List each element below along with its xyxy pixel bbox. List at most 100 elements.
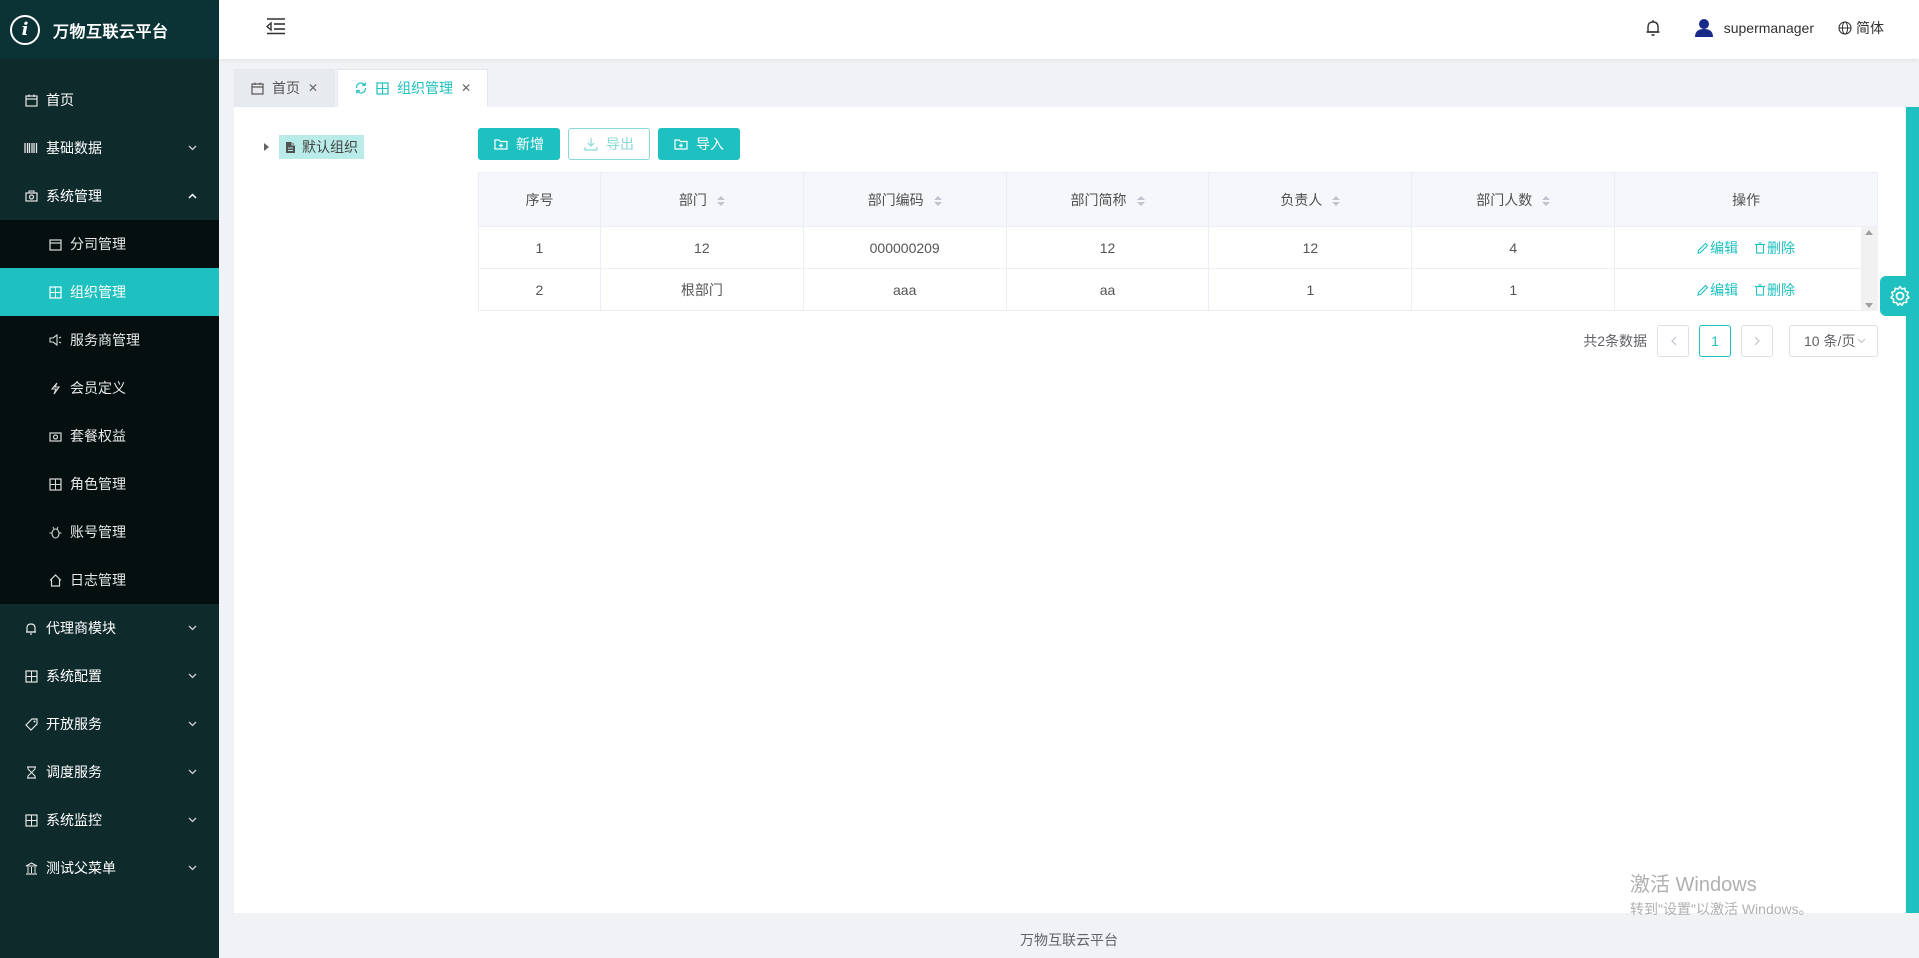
table-row: 1 12 000000209 12 12 4 编辑 删除 <box>478 226 1878 269</box>
sidebar-item-role-management[interactable]: 角色管理 <box>0 460 219 508</box>
right-edge-strip <box>1906 107 1919 913</box>
sidebar-item-agent-module[interactable]: 代理商模块 <box>0 604 219 652</box>
sidebar-item-open-service[interactable]: 开放服务 <box>0 700 219 748</box>
sidebar-item-label: 系统监控 <box>46 812 102 828</box>
export-button[interactable]: 导出 <box>568 128 650 160</box>
sidebar-item-schedule-service[interactable]: 调度服务 <box>0 748 219 796</box>
cell-dept: 根部门 <box>599 268 804 311</box>
language-switcher[interactable]: 简体 <box>1838 18 1884 38</box>
chevron-down-icon <box>184 764 200 780</box>
column-header-count[interactable]: 部门人数 <box>1411 172 1616 227</box>
tab-label: 首页 <box>272 80 300 96</box>
tab-organization[interactable]: 组织管理 ✕ <box>337 69 489 107</box>
sidebar-item-account-management[interactable]: 账号管理 <box>0 508 219 556</box>
tab-label: 组织管理 <box>397 80 454 96</box>
sidebar-item-system-monitor[interactable]: 系统监控 <box>0 796 219 844</box>
edit-link[interactable]: 编辑 <box>1697 238 1738 258</box>
top-header: supermanager 简体 <box>219 0 1919 59</box>
close-icon[interactable]: ✕ <box>308 81 318 95</box>
sort-icon[interactable] <box>1136 195 1145 206</box>
chevron-down-icon <box>184 668 200 684</box>
sort-icon[interactable] <box>933 195 942 206</box>
chevron-down-icon <box>184 716 200 732</box>
tab-home[interactable]: 首页 ✕ <box>234 69 336 107</box>
column-header-dept[interactable]: 部门 <box>599 172 804 227</box>
folder-add-icon <box>494 139 508 150</box>
sidebar-item-service-provider[interactable]: 服务商管理 <box>0 316 219 364</box>
close-icon[interactable]: ✕ <box>461 81 471 95</box>
watermark-line-2: 转到"设置"以激活 Windows。 <box>1630 901 1813 917</box>
language-label: 简体 <box>1856 19 1884 36</box>
delete-icon <box>1755 241 1766 254</box>
menu-fold-icon[interactable] <box>265 17 286 35</box>
sidebar-item-organization[interactable]: 组织管理 <box>0 268 219 316</box>
page-size-select[interactable]: 10 条/页 <box>1789 325 1878 357</box>
next-page-button[interactable] <box>1741 325 1773 357</box>
hourglass-icon <box>24 765 38 779</box>
sidebar-item-log-management[interactable]: 日志管理 <box>0 556 219 604</box>
column-header-code[interactable]: 部门编码 <box>802 172 1007 227</box>
sidebar-item-test-parent-menu[interactable]: 测试父菜单 <box>0 844 219 892</box>
app-title: 万物互联云平台 <box>53 23 169 41</box>
cell-code: aaa <box>802 268 1007 311</box>
edit-icon <box>1697 242 1709 254</box>
grid-icon <box>48 285 62 299</box>
sidebar-item-label: 测试父菜单 <box>46 860 116 876</box>
logo[interactable]: i 万物互联云平台 <box>0 0 219 59</box>
sidebar-item-system-management[interactable]: 系统管理 <box>0 172 219 220</box>
download-icon <box>584 138 598 151</box>
refresh-icon[interactable] <box>354 81 368 95</box>
sort-icon[interactable] <box>1542 195 1551 206</box>
cell-count: 4 <box>1411 226 1616 269</box>
table-scrollbar[interactable] <box>1861 227 1878 311</box>
page-number-button[interactable]: 1 <box>1699 325 1731 357</box>
tree-node-default-org[interactable]: 默认组织 <box>279 135 364 159</box>
import-button-label: 导入 <box>696 136 724 152</box>
delete-link[interactable]: 删除 <box>1754 238 1795 258</box>
sidebar-item-branch[interactable]: 分司管理 <box>0 220 219 268</box>
scroll-up-icon[interactable] <box>1865 230 1873 235</box>
column-header-leader[interactable]: 负责人 <box>1208 172 1413 227</box>
chevron-down-icon <box>184 140 200 156</box>
settings-gear-button[interactable] <box>1880 276 1919 316</box>
sidebar-item-home[interactable]: 首页 <box>0 76 219 124</box>
import-button[interactable]: 导入 <box>658 128 740 160</box>
delete-link[interactable]: 删除 <box>1754 280 1795 300</box>
sidebar-item-label: 基础数据 <box>46 140 102 156</box>
user-menu[interactable]: supermanager <box>1694 18 1814 38</box>
sidebar-item-label: 会员定义 <box>70 380 126 396</box>
notification-bell-icon[interactable] <box>1645 19 1661 37</box>
sort-icon[interactable] <box>1332 195 1341 206</box>
sort-icon[interactable] <box>716 195 725 206</box>
sidebar-item-member-definition[interactable]: 会员定义 <box>0 364 219 412</box>
column-header-short-name[interactable]: 部门简称 <box>1005 172 1210 227</box>
tag-icon <box>24 717 38 731</box>
table-row: 2 根部门 aaa aa 1 1 编辑 删除 <box>478 268 1878 311</box>
cell-leader: 12 <box>1208 226 1413 269</box>
sidebar-item-label: 角色管理 <box>70 476 126 492</box>
caret-right-icon[interactable] <box>264 143 269 151</box>
sidebar-item-basic-data[interactable]: 基础数据 <box>0 124 219 172</box>
logo-icon: i <box>10 14 40 45</box>
globe-icon <box>1838 20 1852 35</box>
add-button[interactable]: 新增 <box>478 128 560 160</box>
edit-link[interactable]: 编辑 <box>1697 280 1738 300</box>
scroll-down-icon[interactable] <box>1865 303 1873 308</box>
prev-page-button[interactable] <box>1657 325 1689 357</box>
cell-count: 1 <box>1411 268 1616 311</box>
speaker-icon <box>48 333 62 347</box>
sidebar-menu: 首页 基础数据 系统管理 分司管理 组织管理 服务商管理 会员定义 套餐权益 角… <box>0 76 219 892</box>
sidebar-item-label: 首页 <box>46 92 74 108</box>
cell-short-name: aa <box>1005 268 1210 311</box>
sidebar-item-package-benefits[interactable]: 套餐权益 <box>0 412 219 460</box>
sidebar-item-label: 分司管理 <box>70 236 126 252</box>
sidebar-item-label: 系统配置 <box>46 668 102 684</box>
table-header-row: 序号 部门 部门编码 部门简称 负责人 部门人数 操作 <box>478 172 1878 227</box>
calendar-icon <box>24 93 38 107</box>
camera-icon <box>24 189 38 203</box>
org-tree: 默认组织 <box>264 135 364 159</box>
sidebar-item-system-config[interactable]: 系统配置 <box>0 652 219 700</box>
grid-icon <box>376 81 389 95</box>
content-panel: 默认组织 新增 导出 导入 序号 部门 部门编码 部门简称 负责人 部门人数 操… <box>234 107 1905 913</box>
lightning-icon <box>48 381 62 395</box>
